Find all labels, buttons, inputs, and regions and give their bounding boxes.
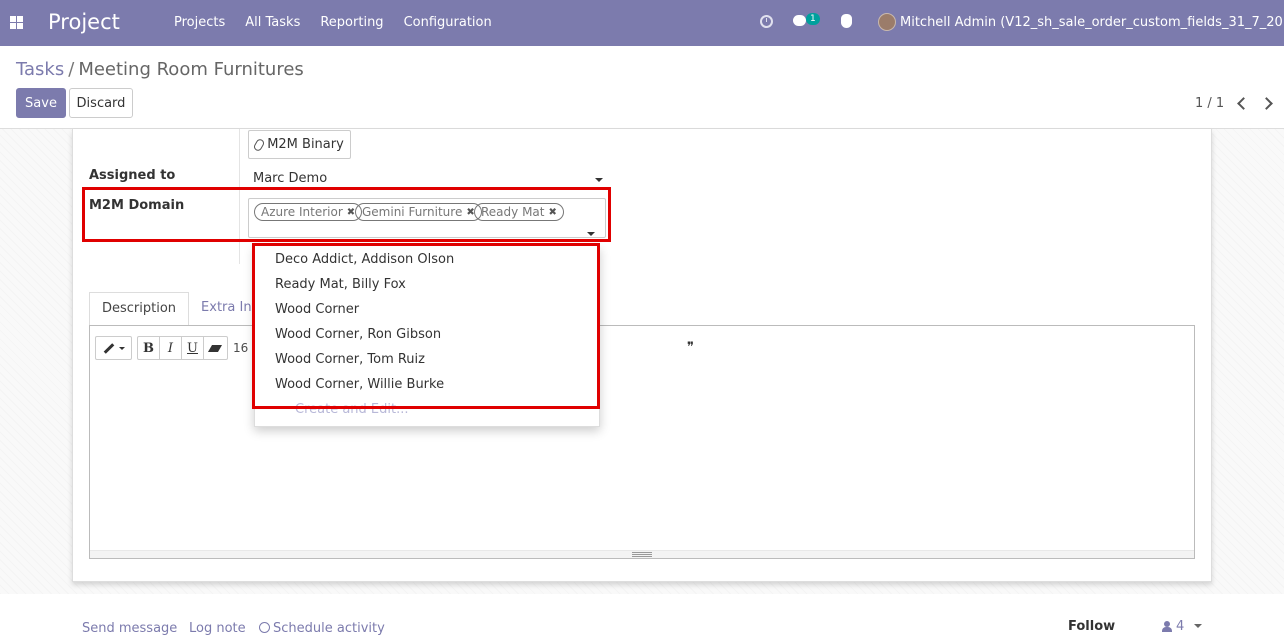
breadcrumb-current: Meeting Room Furnitures <box>78 59 304 80</box>
eraser-button[interactable] <box>204 337 226 359</box>
column-divider <box>239 129 240 264</box>
menu-reporting[interactable]: Reporting <box>310 15 393 30</box>
italic-button[interactable]: I <box>160 337 182 359</box>
m2m-domain-tags-input[interactable]: Azure Interior ✖ Gemini Furniture ✖ Ready … <box>248 198 606 238</box>
discard-button[interactable]: Discard <box>69 88 133 118</box>
breadcrumb-tasks[interactable]: Tasks <box>16 59 64 80</box>
bold-button[interactable]: B <box>138 337 160 359</box>
followers-count: 4 <box>1176 619 1185 634</box>
m2m-binary-button[interactable]: M2M Binary <box>248 130 351 159</box>
pager-next-icon[interactable] <box>1262 96 1272 110</box>
save-button[interactable]: Save <box>16 88 66 118</box>
assigned-to-value: Marc Demo <box>253 171 328 186</box>
breadcrumb-separator: / <box>68 59 75 80</box>
remove-tag-icon[interactable]: ✖ <box>347 205 355 220</box>
follow-button[interactable]: Follow <box>1068 619 1115 634</box>
app-title: Project <box>48 10 120 34</box>
user-menu-name[interactable]: Mitchell Admin (V12_sh_sale_order_custom… <box>900 15 1284 30</box>
clock-icon <box>259 622 270 633</box>
paperclip-icon <box>252 137 266 152</box>
main-menu: Projects All Tasks Reporting Configurati… <box>164 15 502 30</box>
style-dropdown[interactable] <box>95 336 132 360</box>
tag-gemini-furniture: Gemini Furniture ✖ <box>355 203 482 221</box>
chat-bubble-icon[interactable] <box>793 15 806 26</box>
dropdown-option[interactable]: Wood Corner, Ron Gibson <box>275 327 441 342</box>
chevron-down-icon[interactable] <box>595 178 603 182</box>
m2m-domain-label: M2M Domain <box>89 198 185 213</box>
menu-projects[interactable]: Projects <box>164 15 235 30</box>
assigned-to-label: Assigned to <box>89 168 176 183</box>
font-style-group: B I U <box>137 336 228 360</box>
tag-ready-mat: Ready Mat ✖ <box>474 203 564 221</box>
dropdown-option[interactable]: Wood Corner <box>275 302 359 317</box>
magic-wand-button[interactable] <box>96 337 131 359</box>
dropdown-option[interactable]: Deco Addict, Addison Olson <box>275 252 454 267</box>
editor-resize-bar[interactable] <box>90 550 1194 558</box>
font-size-dropdown[interactable]: 16 <box>233 336 253 360</box>
menu-all-tasks[interactable]: All Tasks <box>235 15 310 30</box>
apps-grid-icon[interactable] <box>10 16 23 29</box>
followers-button[interactable]: 4 <box>1162 619 1184 634</box>
chevron-down-icon[interactable] <box>587 232 595 236</box>
send-message-button[interactable]: Send message <box>82 621 177 636</box>
font-size-value: 16 <box>233 341 249 355</box>
underline-button[interactable]: U <box>182 337 204 359</box>
menu-configuration[interactable]: Configuration <box>394 15 502 30</box>
person-icon <box>1162 621 1172 632</box>
tag-label: Ready Mat <box>481 204 545 219</box>
chat-count-badge: 1 <box>806 13 820 25</box>
dropdown-option[interactable]: Ready Mat, Billy Fox <box>275 277 406 292</box>
user-avatar[interactable] <box>878 13 896 31</box>
toolbar-overflow-icon[interactable]: ❞ <box>687 340 694 355</box>
dropdown-option[interactable]: Wood Corner, Willie Burke <box>275 377 444 392</box>
tag-label: Azure Interior <box>261 204 343 219</box>
dropdown-option[interactable]: Wood Corner, Tom Ruiz <box>275 352 425 367</box>
breadcrumb: Tasks / Meeting Room Furnitures <box>16 59 304 80</box>
tag-azure-interior: Azure Interior ✖ <box>254 203 363 221</box>
assigned-to-select[interactable]: Marc Demo <box>248 169 606 189</box>
caret-icon <box>118 346 125 350</box>
top-navbar: Project Projects All Tasks Reporting Con… <box>0 0 1284 46</box>
create-and-edit-option[interactable]: Create and Edit... <box>295 402 409 417</box>
m2m-binary-label: M2M Binary <box>267 137 344 152</box>
magic-wand-icon <box>103 342 114 354</box>
m2m-autocomplete-dropdown: Deco Addict, Addison Olson Ready Mat, Bi… <box>254 245 600 427</box>
log-note-button[interactable]: Log note <box>189 621 246 636</box>
pager-previous-icon[interactable] <box>1236 96 1246 110</box>
pager-value[interactable]: 1 / 1 <box>1195 96 1224 111</box>
eraser-icon <box>207 344 223 352</box>
notebook-tabs: Description Extra Info <box>89 292 276 326</box>
debug-bug-icon[interactable] <box>841 14 852 28</box>
schedule-activity-button[interactable]: Schedule activity <box>259 621 385 636</box>
resize-grip-icon[interactable] <box>632 552 652 557</box>
activity-clock-icon[interactable] <box>760 15 773 28</box>
tab-description[interactable]: Description <box>89 292 190 326</box>
schedule-activity-label: Schedule activity <box>273 621 385 636</box>
chatter-bar: Send message Log note Schedule activity … <box>0 594 1284 638</box>
followers-dropdown-icon[interactable] <box>1194 624 1202 628</box>
tag-label: Gemini Furniture <box>362 204 463 219</box>
remove-tag-icon[interactable]: ✖ <box>548 205 556 220</box>
